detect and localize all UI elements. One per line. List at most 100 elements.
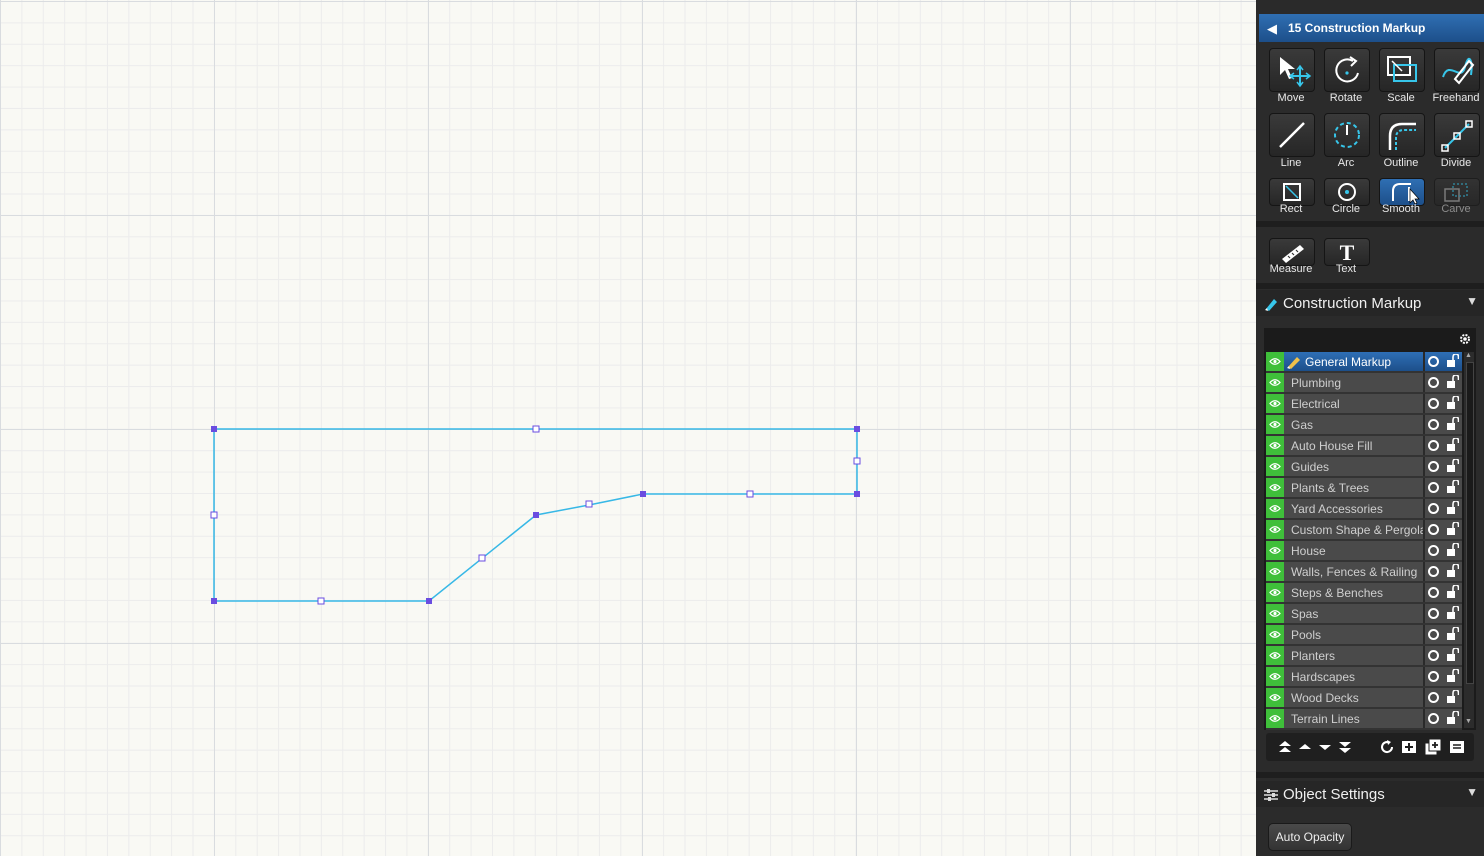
unlock-icon[interactable]	[1446, 648, 1459, 662]
unlock-icon[interactable]	[1446, 438, 1459, 452]
active-layer-radio[interactable]	[1428, 692, 1439, 703]
layer-row[interactable]: Plumbing	[1266, 373, 1462, 394]
active-layer-radio[interactable]	[1428, 440, 1439, 451]
layer-row[interactable]: Custom Shape & Pergola	[1266, 520, 1462, 541]
tool-rect[interactable]: Rect	[1265, 176, 1317, 238]
eye-icon[interactable]	[1266, 583, 1284, 602]
active-layer-radio[interactable]	[1428, 671, 1439, 682]
add-layer-icon[interactable]	[1400, 738, 1418, 756]
layer-row[interactable]: Pools	[1266, 625, 1462, 646]
tool-line[interactable]: Line	[1265, 111, 1317, 173]
unlock-icon[interactable]	[1446, 543, 1459, 557]
move-to-bottom-icon[interactable]	[1336, 738, 1354, 756]
tool-outline[interactable]: Outline	[1375, 111, 1427, 173]
duplicate-layer-icon[interactable]	[1424, 738, 1442, 756]
scroll-up-icon[interactable]: ▲	[1465, 352, 1472, 359]
eye-icon[interactable]	[1266, 352, 1284, 371]
eye-icon[interactable]	[1266, 478, 1284, 497]
eye-icon[interactable]	[1266, 394, 1284, 413]
vertex-handle[interactable]	[854, 426, 860, 432]
unlock-icon[interactable]	[1446, 711, 1459, 725]
eye-icon[interactable]	[1266, 415, 1284, 434]
eye-icon[interactable]	[1266, 457, 1284, 476]
chevron-down-icon[interactable]: ▼	[1466, 785, 1478, 799]
layer-row[interactable]: Wood Decks	[1266, 688, 1462, 709]
layer-row[interactable]: Gas	[1266, 415, 1462, 436]
unlock-icon[interactable]	[1446, 690, 1459, 704]
midpoint-handle[interactable]	[210, 511, 218, 519]
active-layer-radio[interactable]	[1428, 545, 1439, 556]
layer-row[interactable]: Electrical	[1266, 394, 1462, 415]
move-up-icon[interactable]	[1296, 738, 1314, 756]
refresh-icon[interactable]	[1378, 738, 1396, 756]
tool-divide[interactable]: Divide	[1430, 111, 1482, 173]
tool-freehand[interactable]: Freehand	[1430, 46, 1482, 108]
eye-icon[interactable]	[1266, 646, 1284, 665]
active-layer-radio[interactable]	[1428, 419, 1439, 430]
eye-icon[interactable]	[1266, 688, 1284, 707]
tool-rotate[interactable]: Rotate	[1320, 46, 1372, 108]
scroll-down-icon[interactable]: ▼	[1465, 718, 1472, 725]
midpoint-handle[interactable]	[317, 597, 325, 605]
layer-row[interactable]: Hardscapes	[1266, 667, 1462, 688]
layer-row[interactable]: General Markup	[1266, 352, 1462, 373]
eye-icon[interactable]	[1266, 436, 1284, 455]
scroll-thumb[interactable]	[1466, 362, 1474, 684]
layer-properties-icon[interactable]	[1448, 738, 1466, 756]
gear-icon[interactable]	[1458, 332, 1472, 346]
layer-row[interactable]: House	[1266, 541, 1462, 562]
back-arrow-icon[interactable]: ◀	[1267, 21, 1277, 37]
tool-scale[interactable]: Scale	[1375, 46, 1427, 108]
active-layer-radio[interactable]	[1428, 650, 1439, 661]
unlock-icon[interactable]	[1446, 627, 1459, 641]
layers-scrollbar[interactable]: ▲ ▼	[1464, 352, 1474, 728]
vertex-handle[interactable]	[211, 598, 217, 604]
vertex-handle[interactable]	[640, 491, 646, 497]
vertex-handle[interactable]	[211, 426, 217, 432]
eye-icon[interactable]	[1266, 541, 1284, 560]
midpoint-handle[interactable]	[478, 554, 486, 562]
layer-row[interactable]: Guides	[1266, 457, 1462, 478]
layer-row[interactable]: Steps & Benches	[1266, 583, 1462, 604]
unlock-icon[interactable]	[1446, 480, 1459, 494]
layer-row[interactable]: Yard Accessories	[1266, 499, 1462, 520]
unlock-icon[interactable]	[1446, 564, 1459, 578]
midpoint-handle[interactable]	[853, 457, 861, 465]
unlock-icon[interactable]	[1446, 585, 1459, 599]
eye-icon[interactable]	[1266, 625, 1284, 644]
midpoint-handle[interactable]	[532, 425, 540, 433]
eye-icon[interactable]	[1266, 667, 1284, 686]
layer-row[interactable]: Terrain Lines	[1266, 709, 1462, 730]
tool-carve[interactable]: Carve	[1430, 176, 1482, 238]
eye-icon[interactable]	[1266, 604, 1284, 623]
active-layer-radio[interactable]	[1428, 713, 1439, 724]
layer-row[interactable]: Walls, Fences & Railing	[1266, 562, 1462, 583]
active-layer-radio[interactable]	[1428, 524, 1439, 535]
unlock-icon[interactable]	[1446, 606, 1459, 620]
layer-row[interactable]: Spas	[1266, 604, 1462, 625]
auto-opacity-button[interactable]: Auto Opacity	[1268, 823, 1352, 851]
active-layer-radio[interactable]	[1428, 356, 1439, 367]
tool-smooth[interactable]: Smooth	[1375, 176, 1427, 238]
active-layer-radio[interactable]	[1428, 566, 1439, 577]
tool-circle[interactable]: Circle	[1320, 176, 1372, 238]
layer-row[interactable]: Plants & Trees	[1266, 478, 1462, 499]
drawing-canvas[interactable]	[0, 0, 1256, 856]
midpoint-handle[interactable]	[746, 490, 754, 498]
unlock-icon[interactable]	[1446, 417, 1459, 431]
move-to-top-icon[interactable]	[1276, 738, 1294, 756]
unlock-icon[interactable]	[1446, 522, 1459, 536]
object-settings-header[interactable]: Object Settings ▼	[1256, 781, 1484, 807]
eye-icon[interactable]	[1266, 520, 1284, 539]
layer-row[interactable]: Planters	[1266, 646, 1462, 667]
unlock-icon[interactable]	[1446, 375, 1459, 389]
active-layer-radio[interactable]	[1428, 461, 1439, 472]
chevron-down-icon[interactable]: ▼	[1466, 294, 1478, 308]
eye-icon[interactable]	[1266, 373, 1284, 392]
unlock-icon[interactable]	[1446, 501, 1459, 515]
vertex-handle[interactable]	[426, 598, 432, 604]
unlock-icon[interactable]	[1446, 396, 1459, 410]
layers-section-header[interactable]: Construction Markup ▼	[1256, 290, 1484, 316]
unlock-icon[interactable]	[1446, 354, 1459, 368]
move-down-icon[interactable]	[1316, 738, 1334, 756]
